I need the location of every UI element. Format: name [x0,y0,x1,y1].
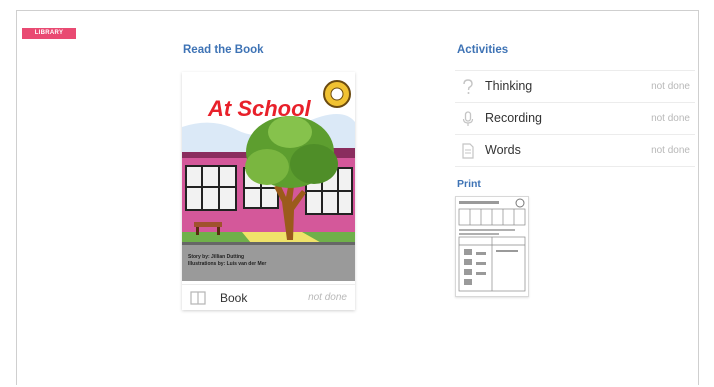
document-icon [461,143,475,164]
read-the-book-heading: Read the Book [183,44,264,56]
cover-credit-illustrator: Illustrations by: Luis van der Mer [188,261,266,267]
print-worksheet-thumbnail[interactable] [455,196,529,297]
book-activity-row[interactable]: Book not done [182,284,355,311]
microphone-icon [461,111,475,132]
activity-list: Thinking not done Recording not done Wor… [455,70,695,167]
activity-row-recording[interactable]: Recording not done [455,102,695,134]
book-row-label: Book [220,291,248,305]
question-icon [461,79,475,100]
activity-row-thinking[interactable]: Thinking not done [455,70,695,102]
book-cover[interactable]: At School Story by: Jillian Dutting Illu… [182,72,355,281]
cover-credit-author: Story by: Jillian Dutting [188,254,244,260]
app-frame [16,10,699,385]
print-heading: Print [457,178,481,190]
library-button[interactable]: LIBRARY [22,28,76,39]
activity-row-words[interactable]: Words not done [455,134,695,167]
worksheet-preview-icon [458,198,526,292]
book-card[interactable]: At School Story by: Jillian Dutting Illu… [182,72,355,310]
book-icon [190,291,206,310]
activity-status: not done [651,81,690,92]
activity-status: not done [651,113,690,124]
activity-label: Recording [485,111,542,125]
activity-label: Words [485,143,521,157]
book-cover-illustration: At School Story by: Jillian Dutting Illu… [182,72,355,281]
activities-heading: Activities [457,44,509,56]
activity-label: Thinking [485,79,533,93]
book-row-status: not done [308,292,347,303]
activity-status: not done [651,145,690,156]
